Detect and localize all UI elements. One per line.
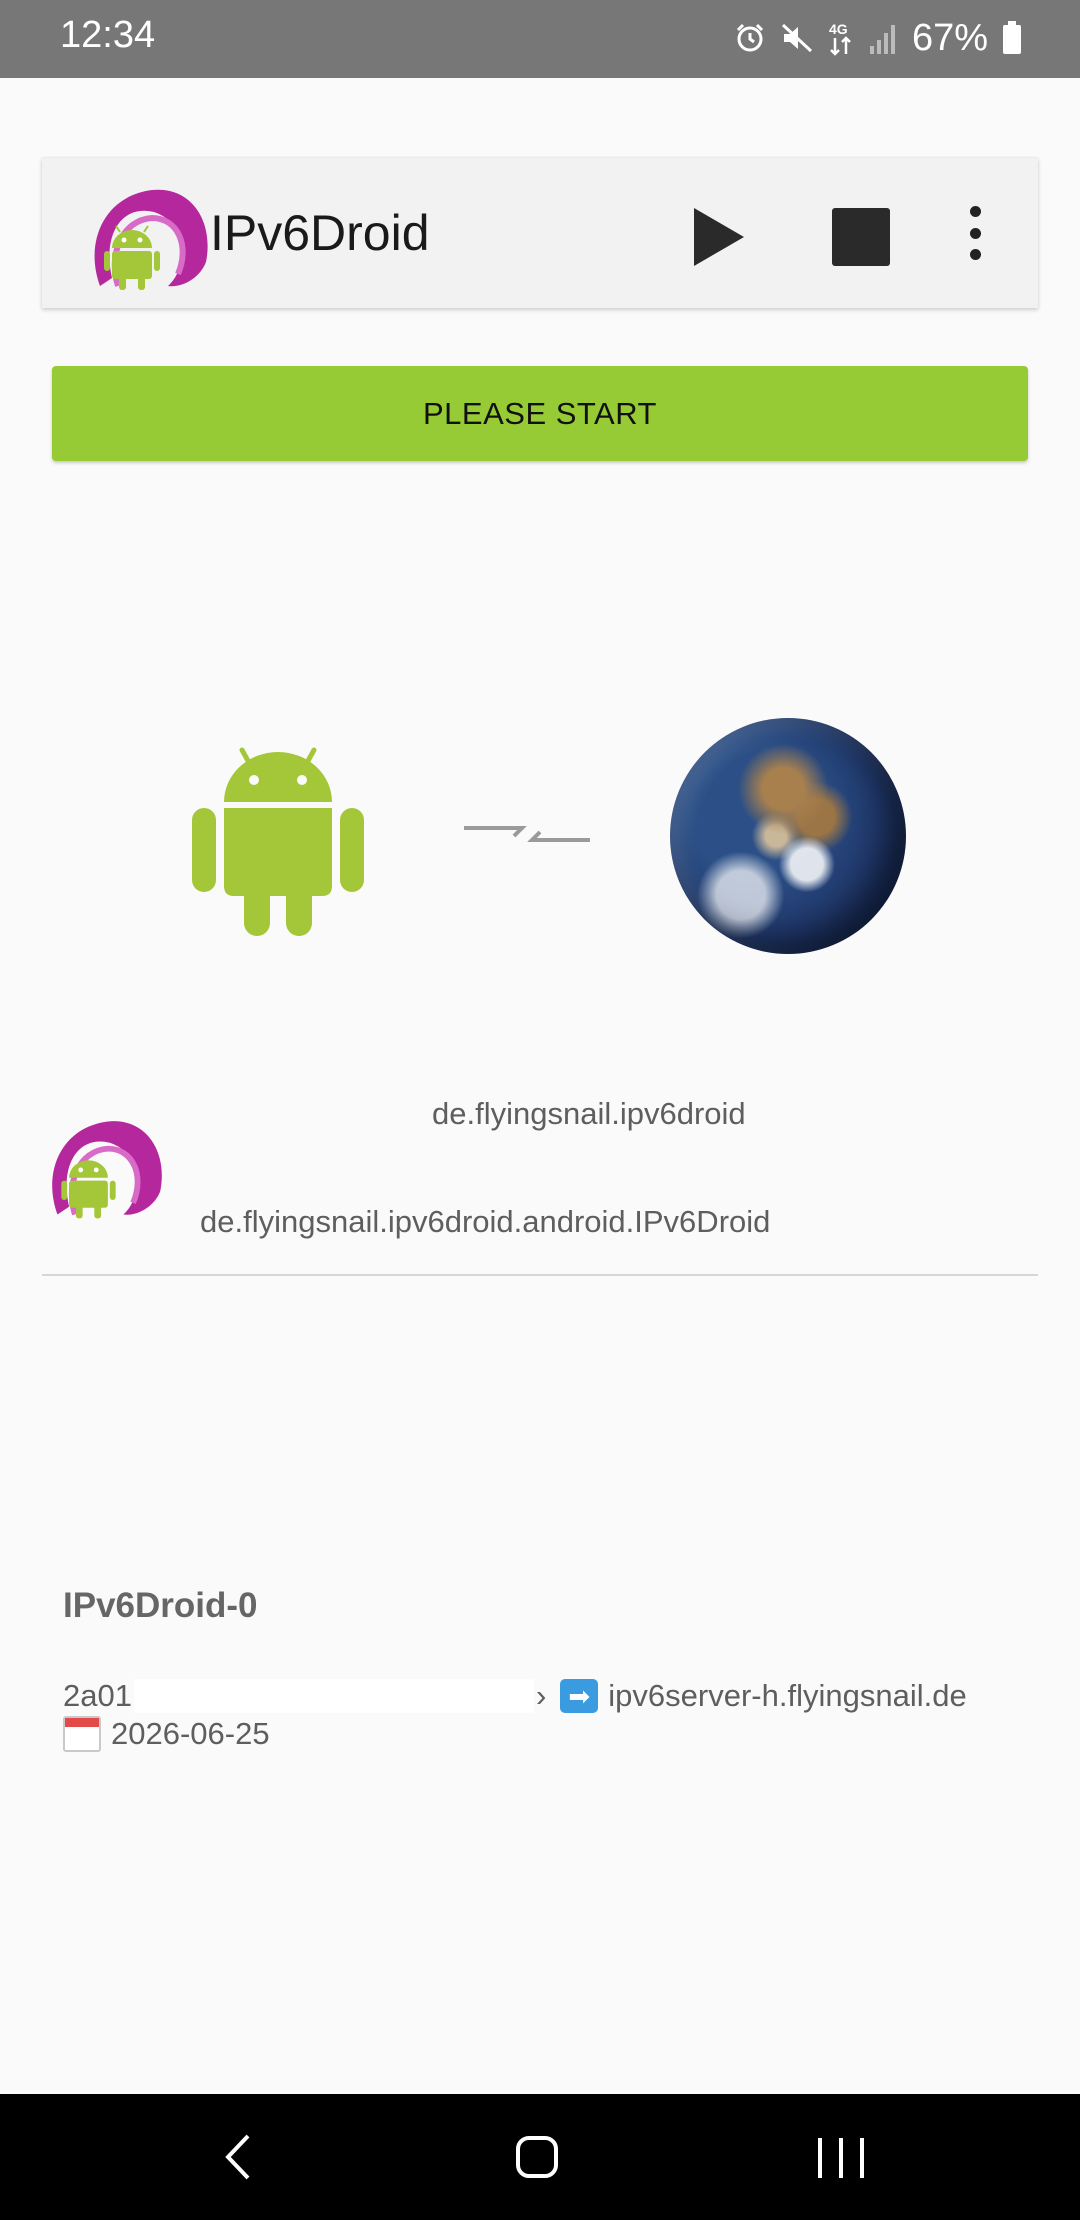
- tunnel-date-row: 2026-06-25: [63, 1716, 270, 1752]
- status-icons: 4G 67%: [734, 12, 1022, 64]
- recents-icon[interactable]: [818, 2138, 864, 2178]
- divider: [42, 1274, 1038, 1276]
- status-bar: 12:34 4G 67%: [0, 0, 1080, 78]
- play-icon[interactable]: [682, 202, 752, 272]
- alarm-icon: [736, 23, 763, 52]
- app-logo-icon: [94, 189, 208, 290]
- back-icon[interactable]: [218, 2132, 258, 2182]
- stop-icon[interactable]: [832, 208, 890, 266]
- tunnel-title: IPv6Droid-0: [63, 1586, 258, 1625]
- app-logo-icon: [52, 1121, 162, 1219]
- app-title: IPv6Droid: [210, 205, 430, 261]
- please-start-button[interactable]: PLEASE START: [52, 366, 1028, 461]
- package-name: de.flyingsnail.ipv6droid: [432, 1096, 746, 1131]
- mute-icon: [781, 23, 812, 53]
- tunnel-address-prefix: 2a01: [63, 1678, 132, 1713]
- network-4g-icon: 4G: [829, 21, 851, 56]
- home-icon[interactable]: [516, 2136, 558, 2178]
- tunnel-route: 2a01 › ➡ ipv6server-h.flyingsnail.de: [63, 1678, 967, 1714]
- navigation-bar: [0, 2094, 1080, 2220]
- battery-percent: 67%: [911, 16, 988, 59]
- app-toolbar: IPv6Droid: [42, 158, 1038, 308]
- more-vert-icon[interactable]: [960, 198, 990, 268]
- right-arrow-icon: ➡: [560, 1679, 599, 1713]
- package-activity: de.flyingsnail.ipv6droid.android.IPv6Dro…: [200, 1204, 771, 1239]
- battery-icon: [1003, 21, 1021, 54]
- android-icon: [192, 747, 364, 936]
- tunnel-server: ipv6server-h.flyingsnail.de: [608, 1678, 967, 1713]
- status-time: 12:34: [60, 14, 156, 56]
- globe-icon: [670, 718, 906, 954]
- tunnel-date: 2026-06-25: [111, 1716, 270, 1751]
- disconnected-arrows-icon: [464, 826, 590, 842]
- svg-text:4G: 4G: [829, 21, 848, 37]
- tunnel-address-suffix: ›: [535, 1678, 547, 1713]
- calendar-icon: [63, 1716, 101, 1752]
- signal-icon: [869, 25, 895, 54]
- masked-address: [133, 1679, 534, 1713]
